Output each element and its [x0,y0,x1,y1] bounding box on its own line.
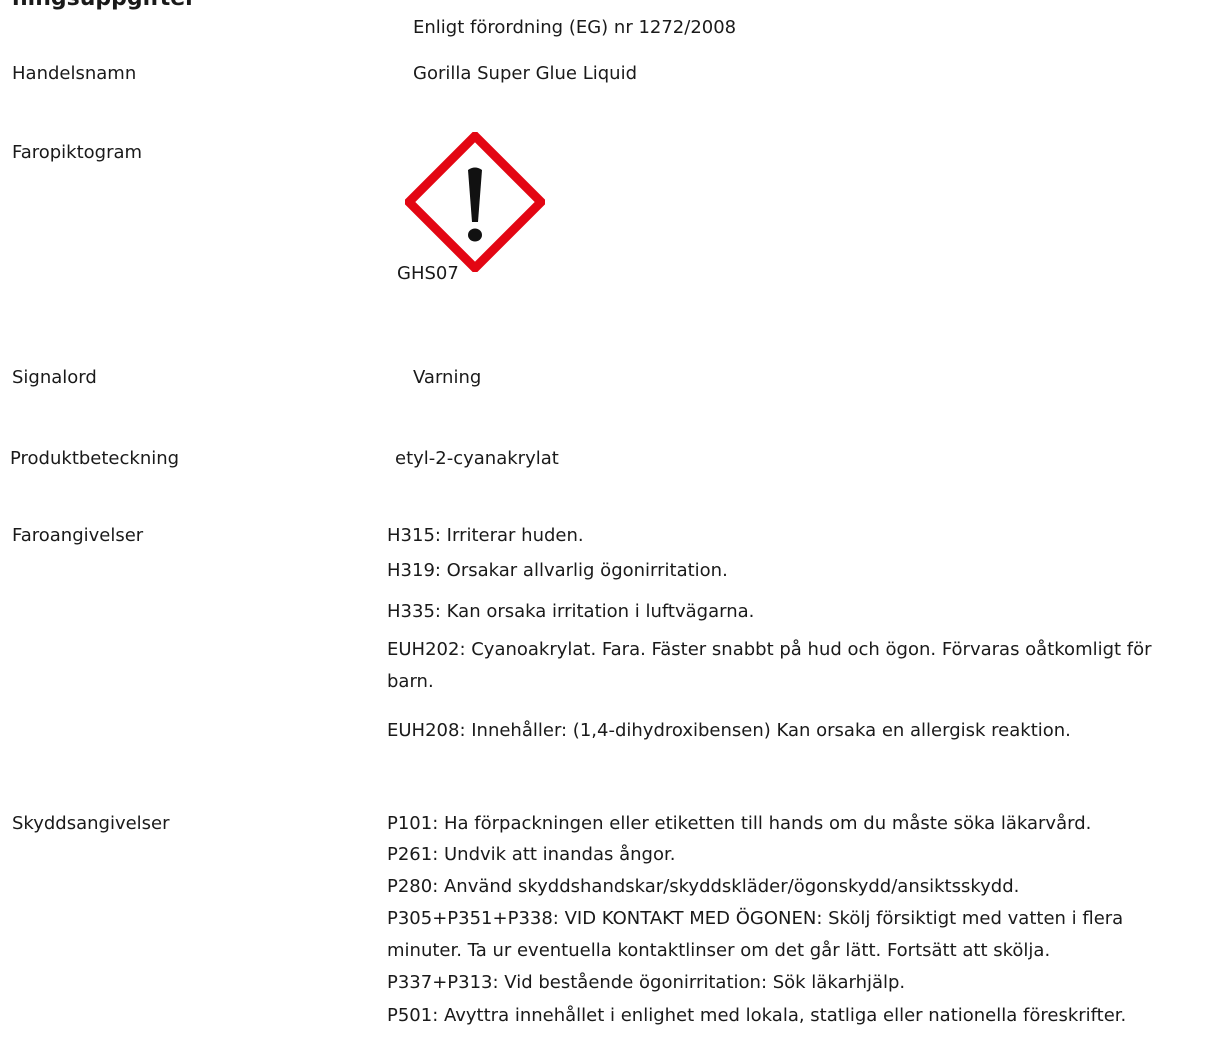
hazard-statement: H335: Kan orsaka irritation i luftvägarn… [387,601,755,622]
precautionary-statement: P261: Undvik att inandas ångor. [387,844,676,865]
pictogram-code: GHS07 [397,263,459,284]
hazard-statement: H319: Orsakar allvarlig ögonirritation. [387,560,728,581]
hazard-statement: EUH208: Innehåller: (1,4-dihydroxibensen… [387,720,1071,741]
pictogram-label: Faropiktogram [12,142,143,163]
signal-word-label: Signalord [12,367,97,388]
hazard-statements-label: Faroangivelser [12,525,144,546]
trade-name-value: Gorilla Super Glue Liquid [413,63,638,84]
precautionary-statement: P305+P351+P338: VID KONTAKT MED ÖGONEN: … [387,908,1124,961]
precautionary-statement: P501: Avyttra innehållet i enlighet med … [387,1005,1127,1026]
hazard-statement: EUH202: Cyanoakrylat. Fara. Fäster snabb… [387,639,1152,692]
hazard-statement: H315: Irriterar huden. [387,525,584,546]
product-identifier-label: Produktbeteckning [10,448,180,469]
precautionary-statements-label: Skyddsangivelser [12,813,170,834]
product-identifier-value: etyl-2-cyanakrylat [395,448,559,469]
regulation-note: Enligt förordning (EG) nr 1272/2008 [413,17,737,38]
exclamation-mark-diamond-icon [402,129,548,275]
precautionary-statement: P280: Använd skyddshandskar/skyddskläder… [387,876,1020,897]
precautionary-statement: P337+P313: Vid bestående ögonirritation:… [387,972,906,993]
section-heading: ningsuppgifter [12,0,196,12]
signal-word-value: Varning [413,367,482,388]
precautionary-statement: P101: Ha förpackningen eller etiketten t… [387,813,1092,834]
trade-name-label: Handelsnamn [12,63,137,84]
